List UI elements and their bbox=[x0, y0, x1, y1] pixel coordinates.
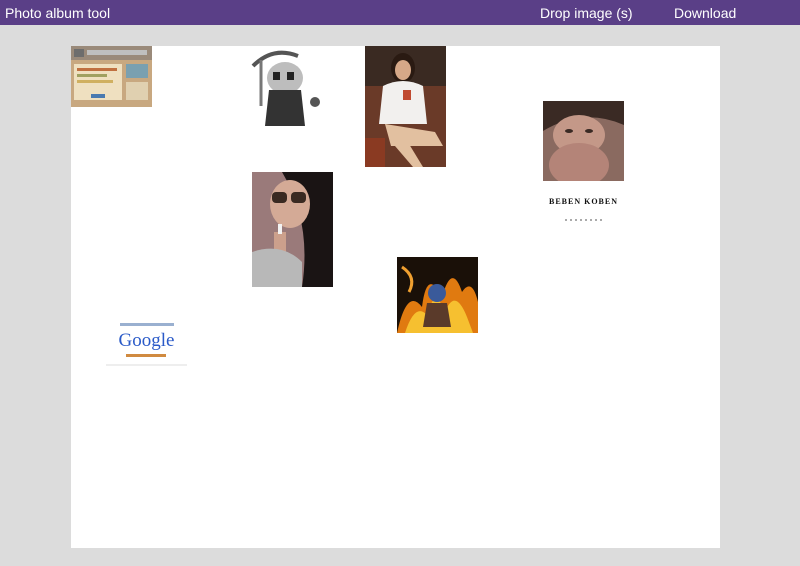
photo-grim-reaper-cartoon[interactable] bbox=[243, 46, 324, 127]
photo-beben-koben-text[interactable]: BEBEN KOBEN bbox=[543, 190, 624, 226]
photo-google-logo[interactable]: Google bbox=[106, 318, 187, 367]
photo-screenshot-thumbnail[interactable] bbox=[71, 46, 152, 107]
drop-images-button[interactable]: Drop image (s) bbox=[540, 5, 633, 21]
app-title: Photo album tool bbox=[5, 5, 111, 21]
album-canvas[interactable]: BEBEN KOBEN Google bbox=[71, 46, 720, 548]
photo-flames-artwork[interactable] bbox=[397, 257, 478, 333]
app-header: Photo album tool Drop image (s) Download bbox=[0, 0, 800, 25]
download-button[interactable]: Download bbox=[674, 5, 736, 21]
photo-girl-with-sunglasses-lighter[interactable] bbox=[252, 172, 333, 287]
photo-woman-portrait[interactable] bbox=[543, 101, 624, 181]
beben-koben-label: BEBEN KOBEN bbox=[549, 197, 618, 206]
google-logo-text: Google bbox=[119, 330, 175, 351]
photo-girl-in-white-uniform[interactable] bbox=[365, 46, 446, 167]
